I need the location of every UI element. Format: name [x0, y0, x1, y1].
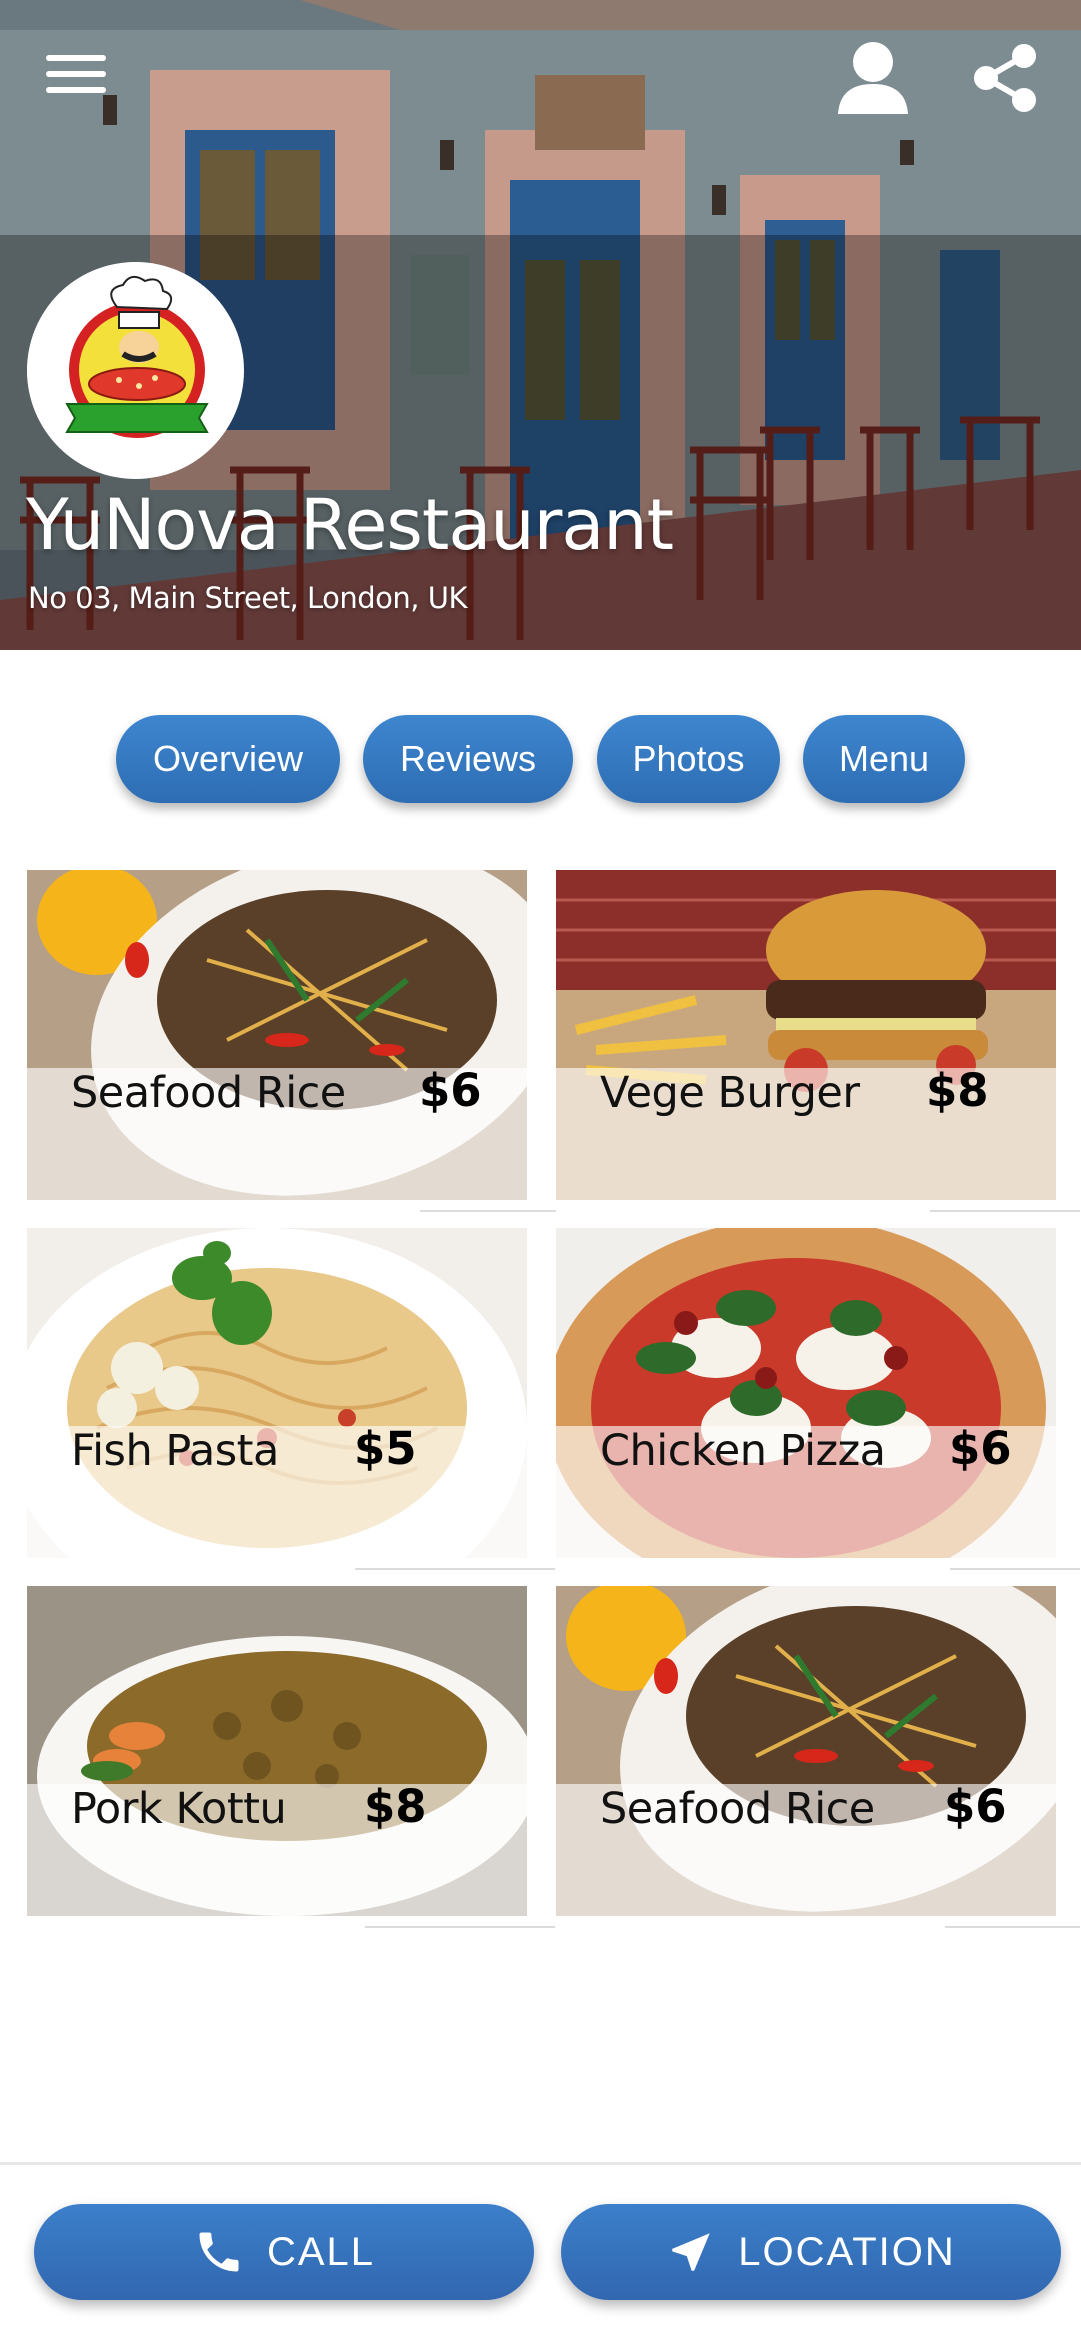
divider — [950, 1568, 1080, 1570]
divider — [355, 1568, 555, 1570]
menu-item-name: Seafood Rice — [71, 1068, 346, 1118]
menu-item-price: $8 — [926, 1064, 989, 1117]
menu-item-price: $8 — [364, 1780, 427, 1833]
divider — [420, 1210, 556, 1212]
hero-banner: YuNova Restaurant No 03, Main Street, Lo… — [0, 0, 1081, 650]
divider — [365, 1926, 555, 1928]
tab-reviews[interactable]: Reviews — [363, 715, 573, 803]
location-button-label: LOCATION — [738, 2229, 956, 2274]
restaurant-name: YuNova Restaurant — [26, 484, 674, 566]
user-profile-icon[interactable] — [836, 40, 910, 116]
hamburger-menu-icon[interactable] — [46, 55, 106, 99]
menu-card[interactable]: Chicken Pizza $6 — [556, 1228, 1056, 1558]
restaurant-logo — [27, 262, 244, 479]
tab-overview[interactable]: Overview — [116, 715, 340, 803]
call-button[interactable]: CALL — [34, 2204, 534, 2300]
menu-item-name: Pork Kottu — [71, 1784, 287, 1834]
menu-item-price: $5 — [354, 1422, 417, 1475]
menu-item-price: $6 — [419, 1064, 482, 1117]
location-button[interactable]: LOCATION — [561, 2204, 1061, 2300]
chef-pizza-logo — [27, 262, 243, 478]
menu-card[interactable]: Pork Kottu $8 — [27, 1586, 527, 1916]
menu-card[interactable]: Seafood Rice $6 — [27, 870, 527, 1200]
navigation-arrow-icon — [672, 2233, 710, 2271]
menu-card[interactable]: Seafood Rice $6 — [556, 1586, 1056, 1916]
menu-item-name: Chicken Pizza — [600, 1426, 886, 1476]
menu-item-name: Fish Pasta — [71, 1426, 279, 1476]
menu-item-name: Vege Burger — [600, 1068, 860, 1118]
phone-icon — [199, 2232, 239, 2272]
tab-menu[interactable]: Menu — [803, 715, 965, 803]
menu-card[interactable]: Vege Burger $8 — [556, 870, 1056, 1200]
section-tabs: Overview Reviews Photos Menu — [0, 715, 1081, 805]
menu-card[interactable]: Fish Pasta $5 — [27, 1228, 527, 1558]
menu-item-name: Seafood Rice — [600, 1784, 875, 1834]
menu-item-price: $6 — [944, 1780, 1007, 1833]
share-icon[interactable] — [970, 42, 1040, 114]
call-button-label: CALL — [266, 2229, 376, 2274]
divider — [930, 1210, 1080, 1212]
divider — [945, 1926, 1080, 1928]
restaurant-address: No 03, Main Street, London, UK — [28, 581, 467, 615]
tab-photos[interactable]: Photos — [597, 715, 780, 803]
menu-item-price: $6 — [949, 1422, 1012, 1475]
